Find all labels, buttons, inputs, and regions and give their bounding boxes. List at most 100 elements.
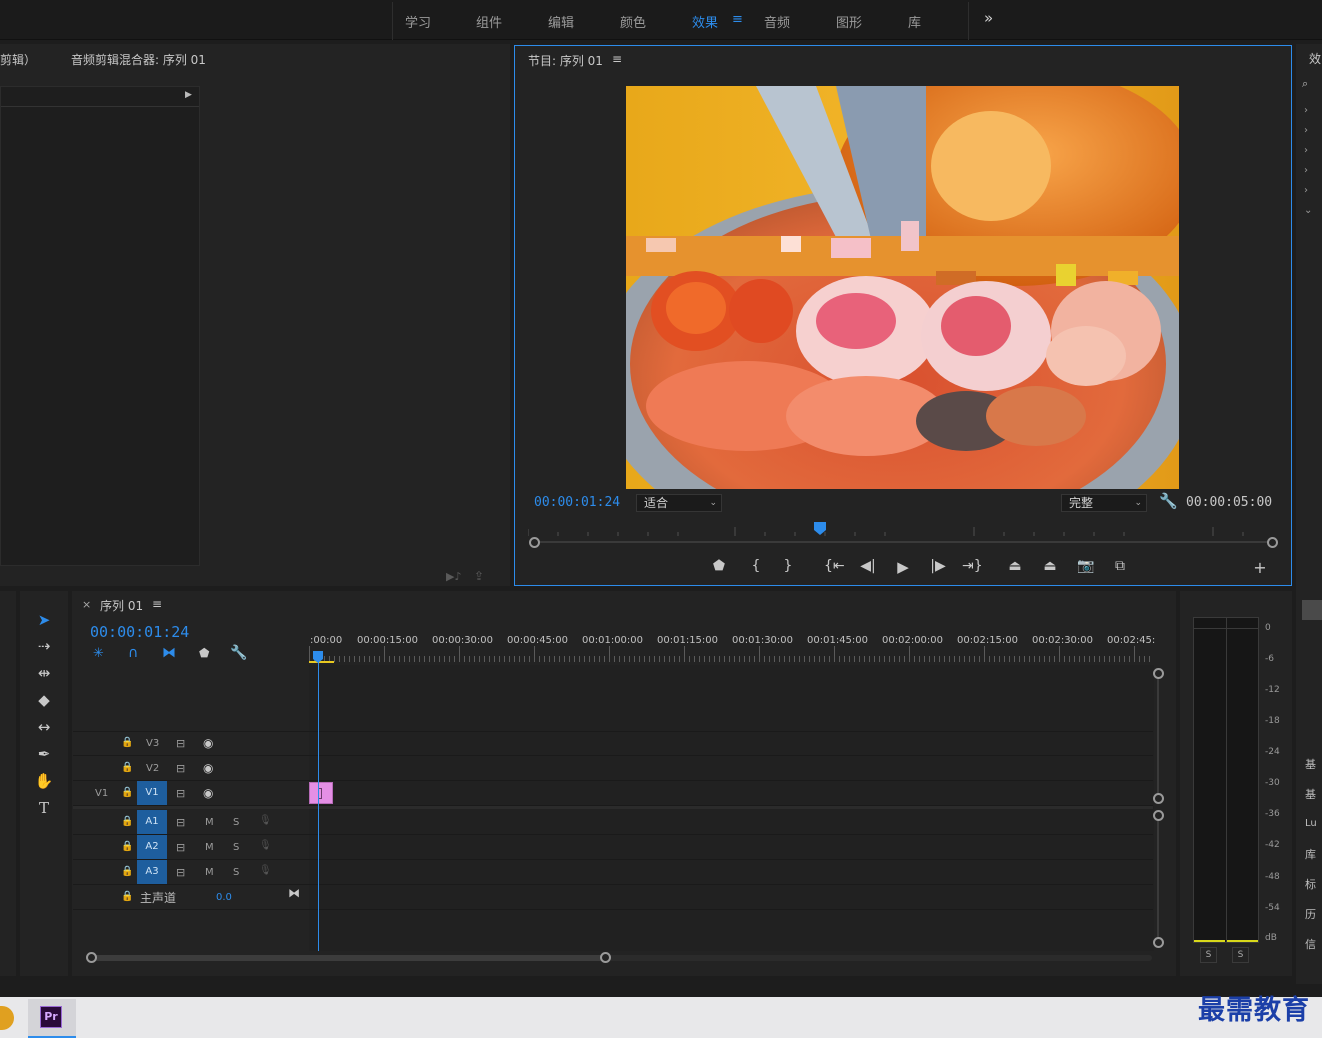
workspace-tab-learn[interactable]: 学习 (405, 12, 431, 31)
right-panel-item[interactable]: 库 (1305, 846, 1316, 862)
scrollbar-end-handle[interactable] (1267, 537, 1278, 548)
microphone-icon[interactable]: 🎙 (259, 815, 272, 826)
slip-tool-icon[interactable]: ↔ (32, 716, 56, 738)
lock-icon[interactable]: 🔒 (121, 866, 133, 877)
workspace-tab-audio[interactable]: 音频 (764, 12, 790, 31)
go-to-out-icon[interactable]: ⇥} (962, 558, 983, 574)
workspace-tab-assembly[interactable]: 组件 (476, 12, 502, 31)
program-ruler[interactable] (527, 522, 1274, 536)
settings-wrench-icon[interactable]: 🔧 (1159, 492, 1178, 510)
chevron-right-icon[interactable]: › (1304, 145, 1308, 156)
sync-lock-icon[interactable]: ⊟ (176, 737, 185, 750)
workspace-tab-editing[interactable]: 编辑 (548, 12, 574, 31)
go-to-end-icon[interactable]: ⧓ (288, 886, 300, 900)
selection-tool-icon[interactable]: ➤ (32, 609, 56, 631)
premiere-taskbar-button[interactable]: Pr (28, 999, 76, 1038)
effects-tab[interactable]: 效 (1309, 50, 1321, 67)
chevron-right-icon[interactable]: › (1304, 165, 1308, 176)
right-panel-item[interactable]: 基 (1305, 786, 1316, 802)
eye-icon[interactable]: ◉ (203, 786, 213, 800)
microphone-icon[interactable]: 🎙 (259, 865, 272, 876)
lock-icon[interactable]: 🔒 (121, 737, 133, 748)
nest-sequence-icon[interactable]: ✳ (93, 646, 104, 661)
right-panel-item[interactable]: 信 (1305, 936, 1316, 952)
chevron-down-icon[interactable]: ⌄ (1304, 205, 1312, 216)
linked-selection-icon[interactable]: ⧓ (162, 645, 176, 661)
mark-in-icon[interactable]: { (746, 558, 766, 574)
timeline-settings-wrench-icon[interactable]: 🔧 (230, 645, 247, 661)
workspace-tab-libraries[interactable]: 库 (908, 12, 921, 31)
sync-lock-icon[interactable]: ⊟ (176, 841, 185, 854)
scroll-thumb[interactable] (1302, 600, 1322, 620)
sync-lock-icon[interactable]: ⊟ (176, 762, 185, 775)
extract-icon[interactable]: ⏏ (1040, 558, 1060, 574)
mute-button[interactable]: M (205, 867, 214, 878)
sync-lock-icon[interactable]: ⊟ (176, 787, 185, 800)
sync-lock-icon[interactable]: ⊟ (176, 816, 185, 829)
workspace-tab-graphics[interactable]: 图形 (836, 12, 862, 31)
track-select-tool-icon[interactable]: ⇢ (32, 635, 56, 657)
track-target-a2[interactable]: A2 (137, 835, 167, 859)
track-target-a1[interactable]: A1 (137, 810, 167, 834)
sync-lock-icon[interactable]: ⊟ (176, 866, 185, 879)
microphone-icon[interactable]: 🎙 (259, 840, 272, 851)
program-current-timecode[interactable]: 00:00:01:24 (534, 495, 620, 510)
expand-right-icon[interactable]: ▶ (185, 90, 192, 100)
play-icon[interactable]: ▶ (893, 558, 913, 576)
scrollbar-start-handle[interactable] (529, 537, 540, 548)
master-volume-value[interactable]: 0.0 (216, 892, 232, 903)
export-frame-camera-icon[interactable]: 📷 (1076, 558, 1096, 574)
program-scrollbar-track[interactable] (534, 541, 1272, 543)
add-marker-icon[interactable]: ⬟ (199, 646, 209, 660)
workspace-overflow-icon[interactable]: » (984, 9, 993, 27)
solo-right-button[interactable]: S (1232, 947, 1249, 963)
step-back-icon[interactable]: ◀| (858, 558, 878, 574)
export-audio-icon[interactable]: ▶♪ (446, 570, 461, 583)
track-name[interactable]: V3 (146, 738, 159, 749)
ripple-edit-tool-icon[interactable]: ⇹ (32, 662, 56, 684)
add-marker-icon[interactable]: ⬟ (709, 558, 729, 574)
eye-icon[interactable]: ◉ (203, 761, 213, 775)
step-forward-icon[interactable]: |▶ (928, 558, 948, 574)
program-monitor-title[interactable]: 节目: 序列 01 (528, 52, 603, 69)
right-panel-item[interactable]: Lu (1305, 818, 1317, 829)
type-tool-icon[interactable]: T (32, 797, 56, 819)
timeline-hscroll-thumb[interactable] (92, 955, 606, 961)
eye-icon[interactable]: ◉ (203, 736, 213, 750)
go-to-in-icon[interactable]: {⇤ (824, 558, 845, 574)
pen-tool-icon[interactable]: ✒ (32, 743, 56, 765)
panel-menu-icon[interactable]: ≡ (152, 597, 162, 611)
close-icon[interactable]: × (82, 598, 91, 611)
export-frame-icon[interactable]: ⇪ (474, 569, 484, 583)
search-icon[interactable]: ⌕ (1302, 77, 1308, 91)
video-clip[interactable] (309, 782, 333, 804)
lock-icon[interactable]: 🔒 (121, 841, 133, 852)
mute-button[interactable]: M (205, 817, 214, 828)
track-target-a3[interactable]: A3 (137, 860, 167, 884)
chevron-right-icon[interactable]: › (1304, 105, 1308, 116)
comparison-view-icon[interactable]: ⧉ (1110, 558, 1130, 574)
button-editor-plus-icon[interactable]: + (1250, 558, 1270, 577)
workspace-menu-icon[interactable]: ≡ (732, 12, 743, 27)
right-panel-item[interactable]: 基 (1305, 756, 1316, 772)
solo-button[interactable]: S (233, 817, 239, 828)
scrollbar-handle[interactable] (600, 952, 611, 963)
right-panel-item[interactable]: 历 (1305, 906, 1316, 922)
lock-icon[interactable]: 🔒 (121, 762, 133, 773)
video-scrollbar[interactable] (1157, 675, 1159, 797)
right-panel-item[interactable]: 标 (1305, 876, 1316, 892)
workspace-tab-effects[interactable]: 效果 (692, 12, 718, 31)
scrollbar-handle[interactable] (86, 952, 97, 963)
lock-icon[interactable]: 🔒 (121, 891, 133, 902)
scrollbar-handle[interactable] (1153, 793, 1164, 804)
panel-menu-icon[interactable]: ≡ (612, 52, 622, 66)
chevron-right-icon[interactable]: › (1304, 125, 1308, 136)
playhead[interactable] (318, 660, 319, 951)
solo-left-button[interactable]: S (1200, 947, 1217, 963)
timeline-current-timecode[interactable]: 00:00:01:24 (90, 623, 189, 641)
scrollbar-handle[interactable] (1153, 668, 1164, 679)
track-target-v1[interactable]: V1 (137, 781, 167, 805)
mute-button[interactable]: M (205, 842, 214, 853)
snap-magnet-icon[interactable]: ∩ (128, 645, 138, 661)
mark-out-icon[interactable]: } (778, 558, 798, 574)
